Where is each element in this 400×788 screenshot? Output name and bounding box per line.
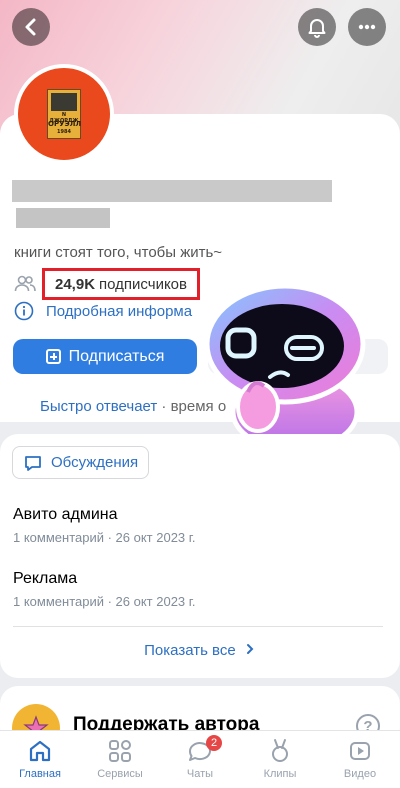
info-icon (14, 301, 34, 321)
tab-clips-label: Клипы (263, 768, 297, 780)
chat-bubble-icon (25, 455, 41, 471)
back-button[interactable] (12, 8, 50, 46)
topic-meta: 1 комментарий · 26 окт 2023 г. (13, 594, 196, 609)
subscribers-label: подписчиков (99, 275, 187, 293)
tab-services[interactable]: Сервисы (80, 731, 160, 788)
tab-chats[interactable]: Чаты 2 (160, 731, 240, 788)
show-all-link[interactable]: Показать все (0, 642, 400, 659)
services-icon (109, 740, 131, 762)
subscribers-row[interactable]: 24,9K подписчиков (14, 268, 200, 300)
tab-home-label: Главная (19, 768, 61, 780)
tab-services-label: Сервисы (97, 768, 143, 780)
tab-home[interactable]: Главная (0, 731, 80, 788)
show-all-label: Показать все (144, 642, 236, 659)
avatar[interactable]: N ДЖОРДЖ ОРУЭЛЛ 1984 (14, 64, 114, 164)
robot-sticker (204, 283, 366, 452)
tab-clips[interactable]: Клипы (240, 731, 320, 788)
notifications-button[interactable] (298, 8, 336, 46)
bottom-tabbar: Главная Сервисы Чаты 2 Клипы Видео (0, 730, 400, 788)
plus-icon (45, 349, 61, 364)
tab-video[interactable]: Видео (320, 731, 400, 788)
book-title: 1984 (57, 129, 71, 135)
divider (13, 626, 383, 627)
details-link[interactable]: Подробная информа (14, 300, 192, 322)
subscribers-count: 24,9K (55, 275, 96, 293)
hidden-name-block (12, 180, 332, 202)
topic-meta: 1 комментарий · 26 окт 2023 г. (13, 530, 196, 545)
more-button[interactable] (348, 8, 386, 46)
topic-title[interactable]: Реклама (13, 570, 77, 588)
tab-chats-label: Чаты (186, 768, 214, 780)
profile-status: книги стоят того, чтобы жить~ (14, 244, 223, 261)
back-icon (25, 18, 36, 36)
details-link-label: Подробная информа (46, 302, 193, 320)
subscribe-button[interactable]: Подписаться (13, 339, 197, 374)
subscribers-highlight: 24,9K подписчиков (42, 268, 200, 300)
chevron-right-icon (246, 644, 254, 654)
reply-speed: Быстро отвечает · время о (40, 398, 226, 415)
avatar-book-image: N ДЖОРДЖ ОРУЭЛЛ 1984 (47, 89, 81, 139)
reply-speed-label: Быстро отвечает (40, 398, 158, 415)
bell-icon (308, 19, 326, 38)
clips-icon (272, 739, 288, 762)
subscribe-button-label: Подписаться (68, 347, 165, 365)
hidden-handle-block (16, 208, 110, 228)
home-icon (29, 740, 51, 762)
discussions-card: Обсуждения Авито админа 1 комментарий · … (0, 434, 400, 678)
discussions-button-label: Обсуждения (51, 454, 139, 471)
tab-video-label: Видео (343, 768, 377, 780)
people-icon (14, 275, 36, 292)
book-author-name: ОРУЭЛЛ (48, 120, 82, 128)
discussions-button[interactable]: Обсуждения (12, 446, 150, 479)
video-icon (350, 742, 370, 760)
more-icon (358, 24, 376, 30)
topic-title[interactable]: Авито админа (13, 506, 118, 524)
chats-badge: 2 (206, 735, 222, 751)
